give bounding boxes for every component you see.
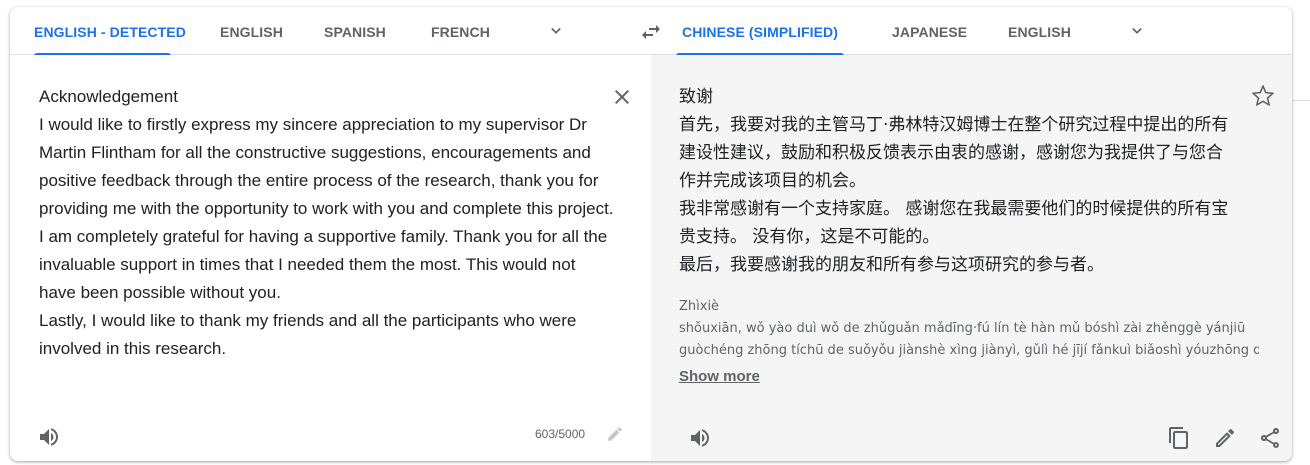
tab-target-english[interactable]: English (1008, 7, 1071, 55)
language-tab-bar: English - detected English Spanish Frenc… (10, 7, 1292, 56)
transliteration-line: Zhìxiè (679, 299, 720, 314)
chevron-down-icon[interactable] (546, 21, 566, 41)
speaker-icon[interactable] (37, 425, 61, 449)
source-textarea[interactable]: Acknowledgement I would like to firstly … (39, 83, 614, 363)
tab-source-english[interactable]: English (220, 7, 283, 55)
tab-source-spanish[interactable]: Spanish (324, 7, 386, 55)
pencil-icon (608, 427, 622, 441)
transliteration: Zhìxiè shǒuxiān, wǒ yào duì wǒ de zhǔguǎ… (679, 296, 1259, 362)
tab-target-chinese-simplified[interactable]: Chinese (Simplified) (676, 7, 844, 56)
transliteration-line: guòchéng zhōng tíchū de suǒyǒu jiànshè x… (679, 343, 1259, 358)
translation-output: 致谢 首先，我要对我的主管马丁·弗林特汉姆博士在整个研究过程中提出的所有建设性建… (679, 87, 1229, 275)
star-icon[interactable] (1251, 84, 1275, 108)
source-panel: Acknowledgement I would like to firstly … (10, 55, 651, 461)
copy-icon[interactable] (1167, 426, 1191, 450)
tab-source-detected[interactable]: English - detected (34, 7, 186, 56)
transliteration-line: shǒuxiān, wǒ yào duì wǒ de zhǔguǎn mǎdīn… (679, 321, 1246, 336)
tab-target-japanese[interactable]: Japanese (892, 7, 967, 55)
swap-languages-icon[interactable] (639, 20, 663, 44)
translate-card: English - detected English Spanish Frenc… (10, 7, 1292, 461)
show-more-link[interactable]: Show more (679, 368, 760, 385)
close-icon[interactable] (610, 85, 634, 109)
speaker-icon[interactable] (688, 426, 712, 450)
divider (1290, 100, 1310, 101)
target-panel: 致谢 首先，我要对我的主管马丁·弗林特汉姆博士在整个研究过程中提出的所有建设性建… (651, 55, 1292, 461)
chevron-down-icon[interactable] (1127, 21, 1147, 41)
pencil-icon[interactable] (1213, 426, 1237, 450)
tab-source-french[interactable]: French (431, 7, 490, 55)
share-icon[interactable] (1258, 426, 1282, 450)
character-counter: 603/5000 (535, 427, 586, 441)
